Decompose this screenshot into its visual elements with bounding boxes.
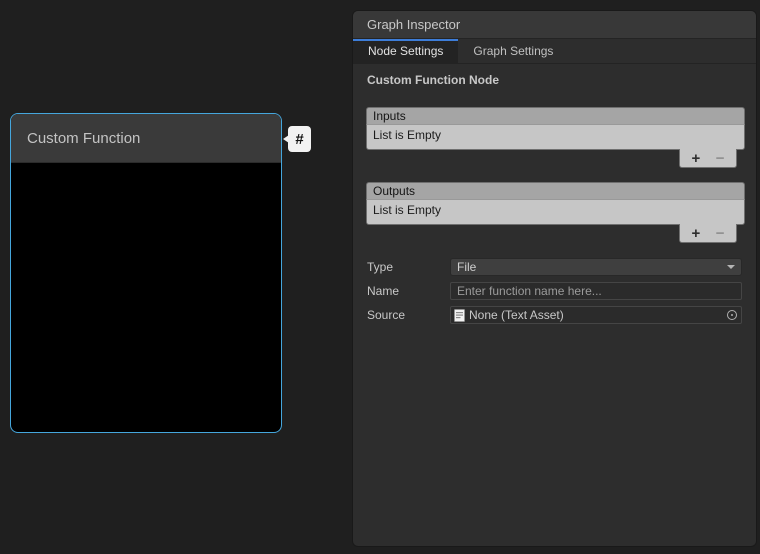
source-object-field[interactable]: None (Text Asset) <box>450 306 742 324</box>
inputs-list-header[interactable]: Inputs <box>366 107 745 124</box>
tab-graph-settings[interactable]: Graph Settings <box>458 39 568 63</box>
object-picker-icon[interactable] <box>723 307 741 323</box>
text-asset-icon <box>454 309 465 322</box>
outputs-list-footer: + − <box>679 224 737 243</box>
panel-header: Graph Inspector <box>353 11 756 39</box>
inputs-list: Inputs List is Empty + − <box>366 107 745 170</box>
source-label: Source <box>367 308 450 322</box>
panel-title: Graph Inspector <box>367 17 460 32</box>
node-title: Custom Function <box>27 130 140 147</box>
type-dropdown-value: File <box>457 260 476 274</box>
tab-node-settings[interactable]: Node Settings <box>353 39 458 63</box>
hash-badge-icon[interactable]: # <box>288 126 311 152</box>
type-label: Type <box>367 260 450 274</box>
graph-inspector-panel: Graph Inspector Node Settings Graph Sett… <box>352 10 757 547</box>
custom-function-node[interactable]: Custom Function <box>10 113 282 433</box>
inspector-tabbar: Node Settings Graph Settings <box>353 39 756 64</box>
source-object-value: None (Text Asset) <box>465 308 723 322</box>
section-title: Custom Function Node <box>367 73 744 87</box>
inputs-add-button[interactable]: + <box>687 151 704 166</box>
function-name-input[interactable] <box>450 282 742 300</box>
inputs-remove-button[interactable]: − <box>712 151 729 166</box>
node-title-bar[interactable]: Custom Function <box>11 114 281 163</box>
outputs-remove-button[interactable]: − <box>712 226 729 241</box>
inputs-list-footer: + − <box>679 149 737 168</box>
inputs-empty-row: List is Empty <box>366 124 745 150</box>
chevron-down-icon <box>727 265 735 269</box>
type-dropdown[interactable]: File <box>450 258 742 276</box>
outputs-list-header[interactable]: Outputs <box>366 182 745 199</box>
outputs-list: Outputs List is Empty + − <box>366 182 745 245</box>
outputs-empty-row: List is Empty <box>366 199 745 225</box>
name-label: Name <box>367 284 450 298</box>
outputs-add-button[interactable]: + <box>687 226 704 241</box>
